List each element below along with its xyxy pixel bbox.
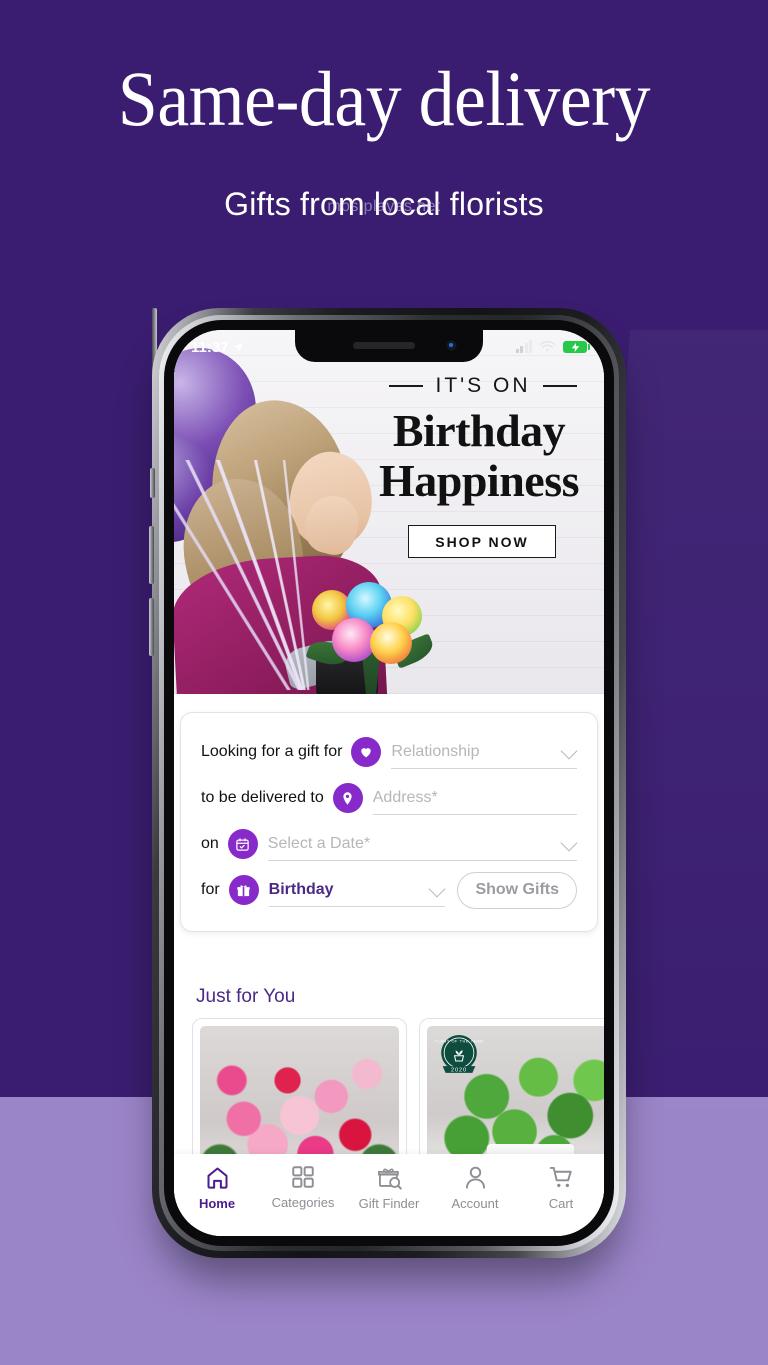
occasion-field[interactable]: Birthday	[268, 873, 446, 907]
address-value: Address*	[372, 788, 438, 806]
svg-text:2020: 2020	[451, 1067, 467, 1073]
phone-mockup: 11:37 IT'S ON Birthday Happiness SHOP NO…	[149, 308, 626, 1258]
plant-of-the-year-badge: 2020 PLANT OF THE YEAR	[435, 1034, 483, 1073]
location-pin-icon	[332, 783, 363, 813]
gift-finder-row-address[interactable]: to be delivered to Address*	[201, 775, 577, 821]
chevron-down-icon[interactable]	[560, 834, 578, 852]
gift-finder-row-relationship[interactable]: Looking for a gift for Relationship	[201, 729, 578, 775]
hero-title-line2: Happiness	[378, 455, 580, 506]
gift-search-icon	[377, 1168, 402, 1190]
relationship-label: Looking for a gift for	[201, 743, 343, 760]
grid-icon	[292, 1166, 314, 1188]
wifi-icon	[539, 341, 556, 352]
hero-banner[interactable]: IT'S ON Birthday Happiness SHOP NOW	[174, 330, 604, 694]
nav-item-cart[interactable]: Cart	[519, 1164, 603, 1211]
shop-now-button[interactable]: SHOP NOW	[408, 525, 556, 558]
rainbow-rose-bouquet	[302, 582, 442, 694]
date-label: on	[201, 835, 219, 852]
nav-label-gift-finder: Gift Finder	[358, 1196, 420, 1211]
hero-kicker-text: IT'S ON	[435, 374, 531, 397]
earpiece-speaker-icon	[353, 342, 416, 349]
hero-rule-right	[542, 385, 577, 387]
bottom-navigation-bar: Home Categories Gift Finder Account Cart	[174, 1154, 604, 1236]
nav-label-categories: Categories	[271, 1195, 335, 1210]
phone-screen: 11:37 IT'S ON Birthday Happiness SHOP NO…	[174, 330, 604, 1236]
gift-finder-row-date[interactable]: on Select a Date*	[201, 821, 578, 867]
rose-shape	[370, 622, 412, 664]
svg-text:PLANT OF THE YEAR: PLANT OF THE YEAR	[435, 1039, 483, 1043]
date-field[interactable]: Select a Date*	[267, 827, 578, 861]
person-icon	[465, 1166, 485, 1189]
gift-finder-card: Looking for a gift for Relationship to b…	[180, 712, 598, 932]
calendar-icon	[227, 829, 258, 859]
hero-rule-left	[389, 385, 424, 387]
chevron-down-icon[interactable]	[560, 742, 578, 760]
nav-item-home[interactable]: Home	[175, 1164, 259, 1211]
gift-icon	[228, 875, 259, 905]
heart-icon	[351, 737, 382, 767]
gift-finder-row-occasion[interactable]: for Birthday Show Gifts	[201, 867, 577, 913]
just-for-you-heading: Just for You	[196, 986, 296, 1007]
location-arrow-icon	[233, 342, 243, 352]
gift-finder-section: Looking for a gift for Relationship to b…	[174, 694, 604, 994]
nav-item-account[interactable]: Account	[433, 1164, 517, 1211]
volume-up-button[interactable]	[149, 526, 154, 584]
relationship-value: Relationship	[391, 742, 480, 760]
hero-title: Birthday Happiness	[360, 408, 598, 504]
nav-label-home: Home	[198, 1196, 236, 1211]
occasion-value: Birthday	[268, 880, 334, 898]
date-value: Select a Date*	[267, 834, 371, 852]
mute-switch[interactable]	[150, 468, 155, 498]
promo-subheadline: Gifts from local florists	[224, 186, 544, 222]
relationship-field[interactable]: Relationship	[391, 735, 578, 769]
status-bar-time: 11:37	[191, 338, 229, 356]
status-bar-left: 11:37	[191, 339, 244, 356]
volume-down-button[interactable]	[149, 598, 154, 656]
status-bar-right	[515, 339, 590, 353]
phone-notch	[295, 330, 483, 362]
address-field[interactable]: Address*	[372, 781, 577, 815]
cart-icon	[549, 1166, 572, 1188]
nav-item-gift-finder[interactable]: Gift Finder	[347, 1164, 431, 1211]
occasion-label: for	[201, 881, 220, 898]
show-gifts-button[interactable]: Show Gifts	[457, 871, 577, 909]
chevron-down-icon[interactable]	[428, 880, 446, 898]
nav-label-cart: Cart	[548, 1196, 574, 1211]
hero-kicker: IT'S ON	[372, 374, 594, 398]
signal-bars-icon	[515, 339, 532, 353]
hero-title-line1: Birthday	[392, 405, 566, 456]
nav-label-account: Account	[451, 1196, 499, 1211]
promo-screenshot: Same-day delivery Gifts from local flori…	[0, 0, 768, 1365]
address-label: to be delivered to	[201, 789, 324, 806]
battery-charging-icon	[563, 341, 590, 353]
promo-headline: Same-day delivery	[117, 55, 651, 142]
home-icon	[206, 1167, 228, 1189]
front-camera-icon	[446, 340, 457, 351]
nav-item-categories[interactable]: Categories	[261, 1164, 345, 1210]
